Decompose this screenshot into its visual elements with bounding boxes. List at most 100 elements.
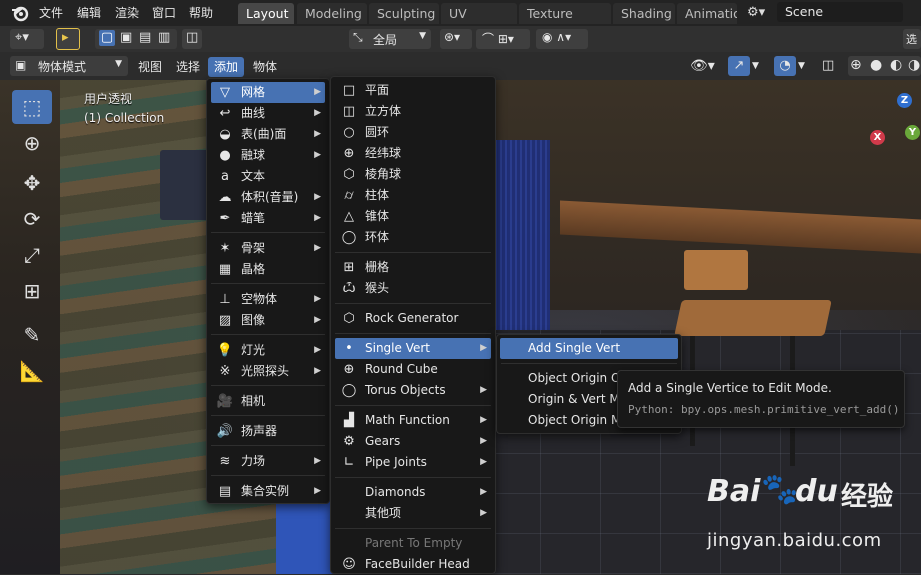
add-menu-collection-instance[interactable]: ▤ 集合实例 ▶	[211, 481, 325, 502]
menu-render[interactable]: 渲染	[115, 4, 139, 22]
gizmo-y-icon[interactable]: Y	[905, 125, 920, 140]
cursor-tool-icon[interactable]: ⊕	[12, 126, 52, 160]
add-menu-empty[interactable]: ⊥ 空物体 ▶	[211, 289, 325, 310]
add-menu-light-probe[interactable]: ※ 光照探头 ▶	[211, 361, 325, 382]
menu-select[interactable]: 选择	[170, 57, 206, 77]
add-menu-camera[interactable]: 🎥 相机	[211, 391, 325, 412]
add-menu-lattice[interactable]: ▦ 晶格	[211, 259, 325, 280]
mesh-grid[interactable]: ⊞ 栅格	[335, 257, 491, 278]
move-tool-icon[interactable]: ✥	[12, 166, 52, 200]
add-menu-speaker[interactable]: 🔊 扬声器	[211, 421, 325, 442]
mesh-plane[interactable]: □ 平面	[335, 80, 491, 101]
shading-mode-buttons[interactable]: ⊕ ● ◐ ◑	[848, 56, 921, 76]
add-menu-metaball[interactable]: ● 融球 ▶	[211, 145, 325, 166]
mesh-cylinder[interactable]: ⌭ 柱体	[335, 185, 491, 206]
scale-tool-icon[interactable]: ⤢	[12, 238, 52, 272]
add-menu-surface[interactable]: ◒ 表(曲)面 ▶	[211, 124, 325, 145]
light-icon: 💡	[216, 343, 234, 358]
menu-edit[interactable]: 编辑	[77, 4, 101, 22]
mesh-ico-sphere[interactable]: ⬡ 棱角球	[335, 164, 491, 185]
mesh-extras[interactable]: 其他项 ▶	[335, 503, 491, 524]
add-menu-armature[interactable]: ✶ 骨架 ▶	[211, 238, 325, 259]
add-menu-text[interactable]: a 文本	[211, 166, 325, 187]
select-mode-extra-icon[interactable]: ◫	[182, 29, 202, 49]
mesh-uv-sphere[interactable]: ⊕ 经纬球	[335, 143, 491, 164]
mesh-diamonds[interactable]: Diamonds ▶	[335, 482, 491, 503]
annotate-tool-icon[interactable]: ✎	[12, 318, 52, 352]
mesh-cube[interactable]: ◫ 立方体	[335, 101, 491, 122]
menu-help[interactable]: 帮助	[189, 4, 213, 22]
tab-layout[interactable]: Layout	[238, 3, 294, 24]
tab-uv-editing[interactable]: UV Editing	[441, 3, 517, 42]
tab-texture-paint[interactable]: Texture Paint	[519, 3, 611, 42]
gizmo-z-icon[interactable]: Z	[897, 93, 912, 108]
chevron-down-icon[interactable]: ▼	[798, 56, 812, 76]
mesh-pipe-joints[interactable]: ∟ Pipe Joints ▶	[335, 452, 491, 473]
mesh-cone[interactable]: △ 锥体	[335, 206, 491, 227]
options-button[interactable]: 选	[903, 29, 921, 49]
submenu-arrow-icon: ▶	[314, 294, 321, 304]
grid-icon: ⊞	[343, 260, 355, 275]
add-menu-curve[interactable]: ↩ 曲线 ▶	[211, 103, 325, 124]
add-menu-mesh[interactable]: ▽ 网格 ▶	[211, 82, 325, 103]
add-menu: ▽ 网格 ▶ ↩ 曲线 ▶ ◒ 表(曲)面 ▶ ● 融球 ▶ a 文本 ☁ 体积(音量) ▶ ✒ 蜡笔 ▶…	[206, 78, 330, 504]
gizmo-x-icon[interactable]: X	[870, 130, 885, 145]
menu-separator	[211, 283, 325, 284]
add-menu-grease-pencil[interactable]: ✒ 蜡笔 ▶	[211, 208, 325, 229]
menu-object[interactable]: 物体	[247, 57, 283, 77]
mesh-parent-to-empty[interactable]: Parent To Empty	[335, 533, 491, 554]
select-tool-icon[interactable]: ▸	[56, 28, 80, 50]
mesh-facebuilder-head[interactable]: ☺ FaceBuilder Head	[335, 554, 491, 575]
chevron-down-icon[interactable]: ▼	[752, 56, 766, 76]
scene-name-field[interactable]: Scene	[777, 2, 903, 22]
menu-view[interactable]: 视图	[132, 57, 168, 77]
mesh-single-vert[interactable]: • Single Vert ▶	[335, 338, 491, 359]
gizmo-toggle-icon[interactable]: ↗	[728, 56, 750, 76]
tab-shading[interactable]: Shading	[613, 3, 675, 24]
tab-animation[interactable]: Animatio	[677, 3, 737, 24]
orientation-dropdown[interactable]: ⤡ 全局 ▼	[349, 29, 431, 49]
mesh-torus-objects[interactable]: ◯ Torus Objects ▶	[335, 380, 491, 401]
tab-modeling[interactable]: Modeling	[297, 3, 367, 24]
visibility-icon[interactable]: 👁▾	[690, 56, 724, 76]
submenu-arrow-icon: ▶	[314, 213, 321, 223]
add-menu-image[interactable]: ▨ 图像 ▶	[211, 310, 325, 331]
add-menu-volume[interactable]: ☁ 体积(音量) ▶	[211, 187, 325, 208]
monkey-icon: ѽ	[342, 281, 356, 296]
scene-name: Scene	[785, 4, 824, 19]
mesh-math-function[interactable]: ▟ Math Function ▶	[335, 410, 491, 431]
blender-logo-icon[interactable]	[11, 4, 29, 22]
snap-button[interactable]: ⌒ ⊞▾	[476, 29, 530, 49]
mesh-torus[interactable]: ◯ 环体	[335, 227, 491, 248]
metaball-icon: ●	[219, 148, 231, 163]
mesh-monkey[interactable]: ѽ 猴头	[335, 278, 491, 299]
menu-file[interactable]: 文件	[39, 4, 63, 22]
pivot-point-button[interactable]: ⊛▾	[440, 29, 472, 49]
rotate-tool-icon[interactable]: ⟳	[12, 202, 52, 236]
scene-selector-icon[interactable]: ⚙▾	[747, 3, 773, 23]
menu-add[interactable]: 添加	[208, 57, 245, 77]
transform-tool-icon[interactable]: ⊞	[12, 274, 52, 308]
watermark-brand2: du	[795, 474, 838, 509]
add-menu-light[interactable]: 💡 灯光 ▶	[211, 340, 325, 361]
submenu-arrow-icon: ▶	[314, 150, 321, 160]
xray-toggle-icon[interactable]: ◫	[822, 56, 840, 76]
tooltip: Add a Single Vertice to Edit Mode. Pytho…	[617, 370, 905, 428]
add-single-vert-item[interactable]: Add Single Vert	[500, 338, 678, 359]
measure-tool-icon[interactable]: 📐	[12, 354, 52, 388]
mesh-gears[interactable]: ⚙ Gears ▶	[335, 431, 491, 452]
overlay-toggle-icon[interactable]: ◔	[774, 56, 796, 76]
select-mode-buttons[interactable]: ▢ ▣ ▤ ▥	[95, 29, 177, 49]
mesh-rock-generator[interactable]: ⬡ Rock Generator	[335, 308, 491, 329]
mesh-circle[interactable]: ○ 圆环	[335, 122, 491, 143]
mode-dropdown[interactable]: ▣ 物体模式 ▼	[10, 56, 128, 76]
transform-pivot-button[interactable]: ⌖▾	[10, 29, 44, 49]
mesh-round-cube[interactable]: ⊕ Round Cube	[335, 359, 491, 380]
select-box-tool-icon[interactable]: ⬚	[12, 90, 52, 124]
proportional-edit-button[interactable]: ◉ ∧▾	[536, 29, 588, 49]
menu-window[interactable]: 窗口	[152, 4, 176, 22]
tab-sculpting[interactable]: Sculpting	[369, 3, 439, 24]
speaker-icon: 🔊	[216, 424, 234, 439]
pipe-joint-icon: ∟	[343, 455, 355, 470]
add-menu-force-field[interactable]: ≋ 力场 ▶	[211, 451, 325, 472]
